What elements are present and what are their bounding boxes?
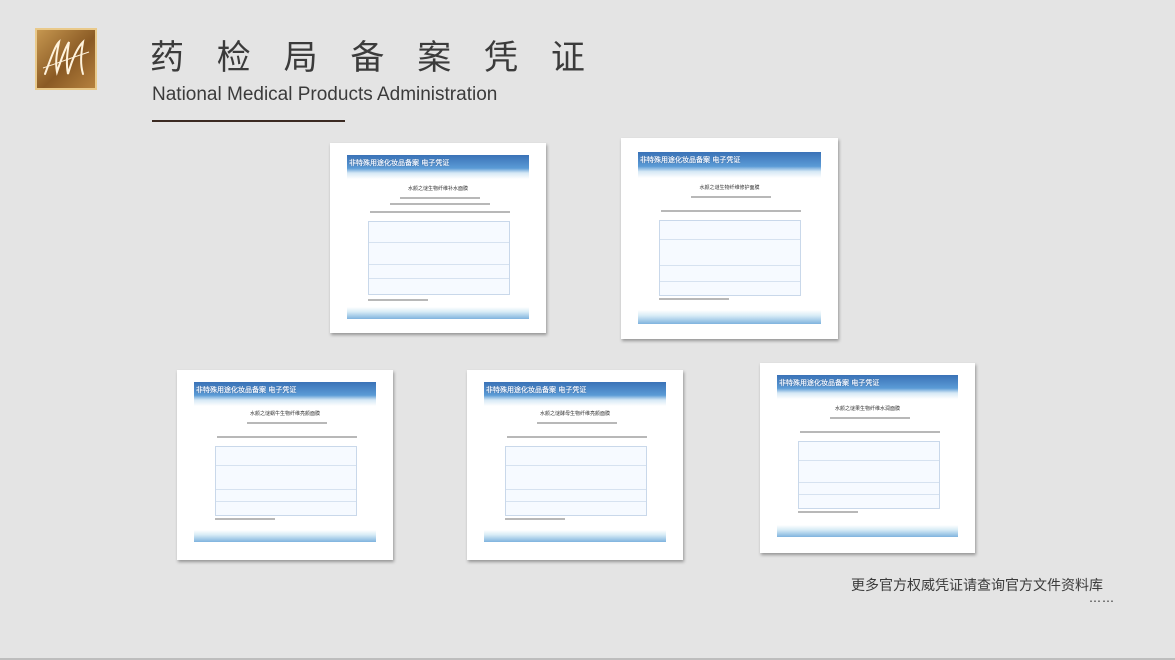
certificate-table bbox=[368, 221, 510, 295]
text-line bbox=[659, 298, 729, 300]
text-line bbox=[368, 299, 428, 301]
more-certificates-note: 更多官方权威凭证请查询官方文件资料库 bbox=[851, 578, 1103, 594]
text-line bbox=[505, 518, 565, 520]
page-subtitle: National Medical Products Administration bbox=[152, 84, 498, 105]
brand-logo bbox=[35, 28, 97, 90]
certificate-banner-text: 非特殊用途化妆品备案 电子凭证 bbox=[349, 159, 450, 167]
certificate-image[interactable]: 非特殊用途化妆品备案 电子凭证 水颜之谜蜗牛生物纤维亮颜面膜 bbox=[177, 370, 393, 560]
text-line bbox=[400, 197, 480, 199]
certificate-banner: 非特殊用途化妆品备案 电子凭证 bbox=[638, 152, 821, 178]
certificate-product-name: 水颜之谜生物纤维修护面膜 bbox=[699, 185, 760, 191]
certificate-product-name: 水颜之谜生物纤维补水面膜 bbox=[407, 186, 468, 192]
certificate-image[interactable]: 非特殊用途化妆品备案 电子凭证 水颜之谜生物纤维修护面膜 bbox=[621, 138, 838, 339]
certificate-footer-wave bbox=[638, 310, 821, 324]
certificate-table bbox=[215, 446, 357, 516]
text-line bbox=[800, 431, 940, 433]
text-line bbox=[691, 196, 771, 198]
certificate-image[interactable]: 非特殊用途化妆品备案 电子凭证 水颜之谜果生物纤维水润面膜 bbox=[760, 363, 975, 553]
certificate-image[interactable]: 非特殊用途化妆品备案 电子凭证 水颜之谜酵母生物纤维亮颜面膜 bbox=[467, 370, 683, 560]
monogram-logo-icon bbox=[42, 38, 90, 76]
certificate-product-name: 水颜之谜蜗牛生物纤维亮颜面膜 bbox=[249, 411, 320, 417]
text-line bbox=[537, 422, 617, 424]
certificate-product-name: 水颜之谜酵母生物纤维亮颜面膜 bbox=[539, 411, 610, 417]
certificate-footer-wave bbox=[347, 307, 529, 319]
ellipsis: …… bbox=[1089, 591, 1115, 605]
text-line bbox=[247, 422, 327, 424]
text-line bbox=[507, 436, 647, 438]
text-line bbox=[661, 210, 801, 212]
text-line bbox=[217, 436, 357, 438]
text-line bbox=[370, 211, 510, 213]
certificate-banner: 非特殊用途化妆品备案 电子凭证 bbox=[484, 382, 666, 406]
certificate-footer-wave bbox=[484, 530, 666, 542]
text-line bbox=[830, 417, 910, 419]
certificate-banner-text: 非特殊用途化妆品备案 电子凭证 bbox=[779, 379, 880, 387]
certificate-banner-text: 非特殊用途化妆品备案 电子凭证 bbox=[486, 386, 587, 394]
certificate-banner-text: 非特殊用途化妆品备案 电子凭证 bbox=[196, 386, 297, 394]
text-line bbox=[215, 518, 275, 520]
certificate-table bbox=[798, 441, 940, 509]
certificate-footer-wave bbox=[777, 525, 958, 537]
certificate-footer-wave bbox=[194, 530, 376, 542]
certificate-table bbox=[505, 446, 647, 516]
certificate-banner-text: 非特殊用途化妆品备案 电子凭证 bbox=[640, 156, 741, 164]
text-line bbox=[798, 511, 858, 513]
certificate-banner: 非特殊用途化妆品备案 电子凭证 bbox=[194, 382, 376, 406]
title-divider bbox=[152, 120, 345, 122]
text-line bbox=[390, 203, 490, 205]
certificate-product-name: 水颜之谜果生物纤维水润面膜 bbox=[834, 406, 900, 412]
certificate-banner: 非特殊用途化妆品备案 电子凭证 bbox=[777, 375, 958, 399]
page-title: 药 检 局 备 案 凭 证 bbox=[150, 38, 596, 78]
certificate-image[interactable]: 非特殊用途化妆品备案 电子凭证 水颜之谜生物纤维补水面膜 bbox=[330, 143, 546, 333]
certificate-banner: 非特殊用途化妆品备案 电子凭证 bbox=[347, 155, 529, 179]
certificate-table bbox=[659, 220, 801, 296]
